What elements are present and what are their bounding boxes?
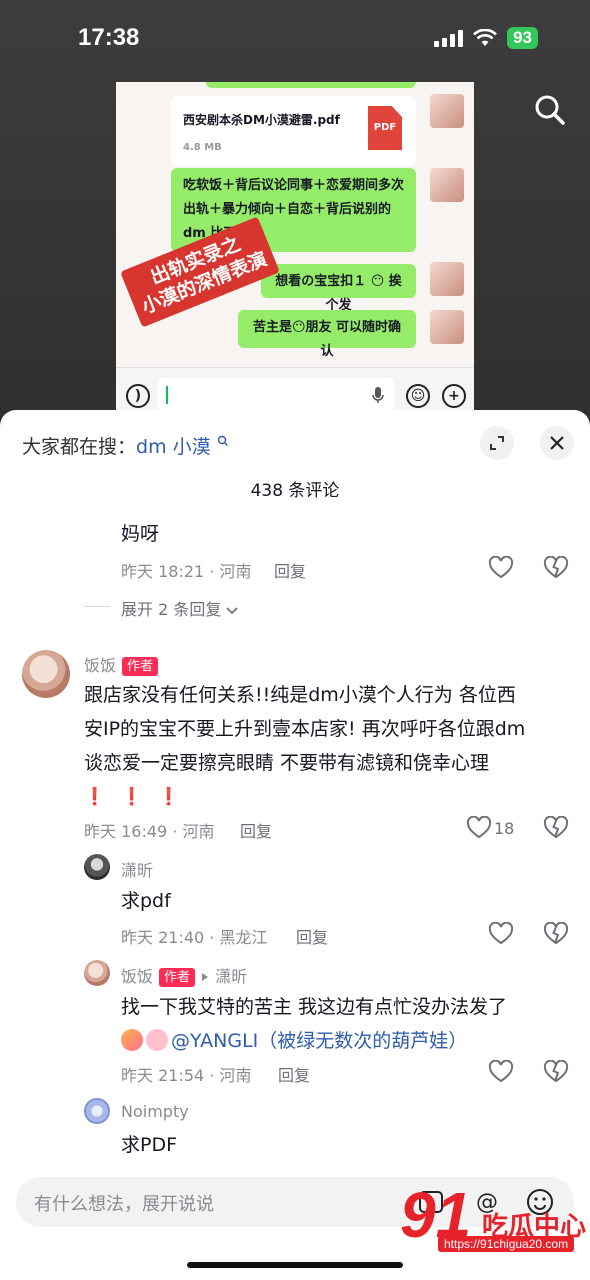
avatar[interactable] — [84, 1098, 110, 1124]
avatar[interactable] — [22, 650, 70, 698]
chevron-down-icon — [226, 607, 239, 615]
chat-avatar — [430, 262, 464, 296]
battery-indicator: 93 — [507, 27, 538, 49]
voice-icon: ) — [126, 384, 150, 408]
home-indicator — [187, 1262, 403, 1268]
wifi-icon — [473, 29, 497, 46]
comment-author[interactable]: 潇昕 — [121, 857, 153, 881]
pdf-icon: PDF — [368, 106, 402, 150]
like-icon[interactable] — [488, 556, 514, 580]
avatar[interactable] — [84, 854, 110, 880]
comment-meta: 昨天 21:54 · 河南 — [121, 1066, 252, 1085]
expand-icon — [490, 436, 504, 450]
file-message: 西安剧本杀DM小漠避雷.pdf 4.8 MB PDF — [171, 96, 416, 166]
like-icon[interactable] — [488, 1060, 514, 1084]
close-icon — [550, 436, 564, 450]
reply-arrow-icon — [202, 973, 209, 981]
chat-message: 苦主是😶朋友 可以随时确认 — [238, 310, 416, 359]
comment-text: 求PDF — [121, 1134, 178, 1156]
exclamation-emoji: ❗❗❗ — [84, 787, 196, 807]
comment-text: 跟店家没有任何关系!!纯是dm小漠个人行为 各位西 — [84, 684, 516, 706]
search-suggestion-label: 大家都在搜： — [22, 436, 137, 458]
reply-button[interactable]: 回复 — [296, 924, 328, 948]
like-icon[interactable] — [488, 922, 514, 946]
emoji-icon: ☺ — [406, 384, 430, 408]
expand-replies-label: 展开 2 条回复 — [121, 600, 222, 619]
comment-meta: 昨天 18:21 · 河南 — [121, 562, 252, 581]
comment-text: 安IP的宝宝不要上升到壹本店家! 再次呼吁各位跟dm — [84, 718, 526, 740]
pig-emoji-icon — [146, 1029, 168, 1051]
comment-sheet: 大家都在搜：dm 小漠 438 条评论 妈呀 昨天 18:21 · 河南 回复 … — [0, 410, 590, 1280]
reply-button[interactable]: 回复 — [274, 558, 306, 582]
comment-input-placeholder: 有什么想法，展开说说 — [34, 1194, 214, 1215]
status-time: 17:38 — [78, 24, 140, 51]
search-keyword-link[interactable]: dm 小漠 — [136, 436, 211, 458]
previous-message-edge — [206, 82, 416, 88]
author-name: 饭饭 — [84, 656, 117, 675]
chat-avatar — [430, 310, 464, 344]
watermark-url: https://91chigua20.com — [438, 1236, 575, 1252]
comment-author[interactable]: 饭饭 作者 潇昕 — [121, 963, 247, 987]
dislike-icon[interactable] — [543, 1060, 569, 1084]
chat-avatar — [430, 94, 464, 128]
author-badge: 作者 — [159, 968, 196, 987]
comment-text: 谈恋爱一定要擦亮眼睛 不要带有滤镜和侥幸心理 — [84, 752, 490, 774]
reply-button[interactable]: 回复 — [278, 1062, 310, 1086]
comment-meta: 昨天 16:49 · 河南 — [84, 822, 215, 841]
microphone-icon — [372, 387, 384, 403]
reply-button[interactable]: 回复 — [240, 818, 272, 842]
like-count: 18 — [494, 819, 515, 838]
chat-message: 想看の宝宝扣１ 😶 挨个发 — [261, 264, 416, 313]
comment-meta: 昨天 21:40 · 黑龙江 — [121, 928, 268, 947]
chat-input-field — [158, 378, 394, 412]
status-indicators: 93 — [434, 27, 538, 49]
comment-count: 438 条评论 — [250, 481, 340, 501]
author-name: 饭饭 — [121, 967, 154, 986]
comment-text: 找一下我艾特的苦主 我这边有点忙没办法发了 — [121, 996, 508, 1018]
dislike-icon[interactable] — [543, 556, 569, 580]
emoji-icon — [121, 1029, 143, 1051]
file-size: 4.8 MB — [183, 142, 222, 153]
like-icon[interactable] — [466, 816, 492, 840]
reply-target-name: 潇昕 — [215, 967, 248, 986]
user-mention-link[interactable]: @YANGLI（被绿无数次的葫芦娃） — [171, 1030, 467, 1052]
text-cursor — [166, 386, 168, 404]
dislike-icon[interactable] — [543, 922, 569, 946]
watermark-logo: 91 吃瓜中心 https://91chigua20.com — [400, 1178, 590, 1258]
search-icon — [217, 435, 228, 446]
comment-author[interactable]: 饭饭 作者 — [84, 652, 159, 676]
expand-fullscreen-button[interactable] — [480, 426, 514, 460]
file-name: 西安剧本杀DM小漠避雷.pdf — [183, 113, 340, 127]
chat-avatar — [430, 168, 464, 202]
comment-text: 妈呀 — [121, 523, 160, 545]
comment-text-line: @YANGLI（被绿无数次的葫芦娃） — [121, 1024, 467, 1058]
comment-text: 求pdf — [121, 890, 171, 912]
expand-divider — [84, 606, 110, 607]
video-area[interactable]: 17:38 93 西安剧本杀DM小漠避雷.pdf 4.8 MB PDF 吃软饭＋… — [0, 0, 590, 430]
search-icon[interactable] — [532, 92, 568, 128]
video-preview: 西安剧本杀DM小漠避雷.pdf 4.8 MB PDF 吃软饭＋背后议论同事＋恋爱… — [116, 82, 474, 427]
avatar[interactable] — [84, 960, 110, 986]
dislike-icon[interactable] — [543, 816, 569, 840]
author-badge: 作者 — [122, 657, 159, 676]
plus-icon: + — [442, 384, 466, 408]
expand-replies-button[interactable]: 展开 2 条回复 — [121, 596, 239, 620]
comment-author[interactable]: Noimpty — [121, 1102, 189, 1121]
cellular-signal-icon — [434, 29, 464, 47]
search-suggestion[interactable]: 大家都在搜：dm 小漠 — [22, 432, 229, 459]
close-button[interactable] — [540, 426, 574, 460]
